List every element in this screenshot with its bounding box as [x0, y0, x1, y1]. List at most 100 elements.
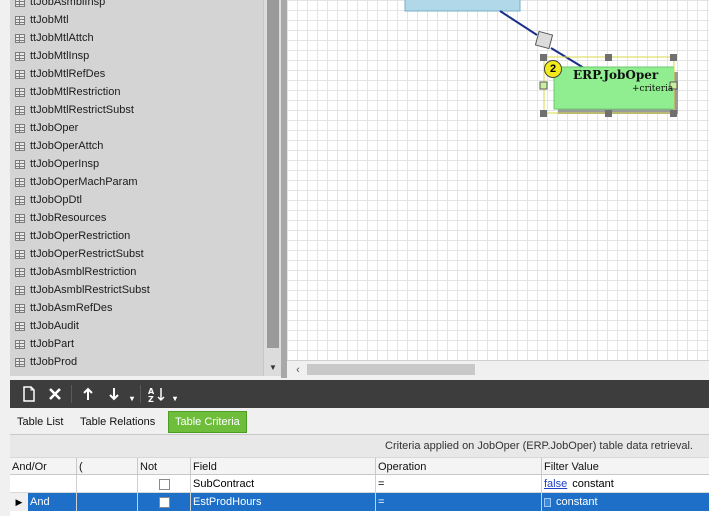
table-icon: [15, 249, 25, 259]
column-header[interactable]: (: [77, 458, 138, 476]
table-icon: [15, 285, 25, 295]
bottom-tabs: Table List Table Relations Table Criteri…: [10, 408, 709, 434]
list-item[interactable]: ttJobMtlInsp: [10, 47, 263, 65]
not-checkbox[interactable]: [158, 478, 170, 490]
table-icon: [15, 357, 25, 367]
resize-handle[interactable]: [605, 54, 612, 61]
column-header[interactable]: Field: [191, 458, 376, 476]
list-item[interactable]: [10, 371, 263, 376]
toolbar-separator: [71, 385, 72, 403]
not-checkbox[interactable]: [158, 496, 170, 508]
list-item[interactable]: ttJobMtlAttch: [10, 29, 263, 47]
filter-value-cell[interactable]: constant: [542, 493, 709, 511]
diagram-canvas[interactable]: 2 ERP.JobOper +criteria: [287, 0, 709, 360]
table-row[interactable]: SubContract = false constant: [10, 475, 709, 493]
tab-table-list[interactable]: Table List: [11, 411, 69, 433]
table-row[interactable]: ▶ And EstProdHours = constant: [10, 493, 709, 511]
toolbar-separator: [140, 385, 141, 403]
list-item[interactable]: ttJobPart: [10, 335, 263, 353]
resize-handle[interactable]: [605, 110, 612, 117]
column-header[interactable]: Operation: [376, 458, 542, 476]
table-icon: [15, 33, 25, 43]
list-item[interactable]: ttJobMtlRefDes: [10, 65, 263, 83]
list-item[interactable]: ttJobOperAttch: [10, 137, 263, 155]
criteria-grid: Criteria applied on JobOper (ERP.JobOper…: [10, 434, 709, 516]
list-item[interactable]: ttJobOpDtl: [10, 191, 263, 209]
scroll-down-icon[interactable]: ▼: [264, 358, 282, 376]
filter-value-link[interactable]: false: [544, 478, 567, 490]
list-item[interactable]: ttJobMtlRestrictSubst: [10, 101, 263, 119]
filter-type: constant: [556, 496, 598, 508]
diagram-svg: [404, 0, 678, 117]
row-indicator-icon: ▶: [10, 493, 28, 511]
list-item[interactable]: ttJobOper: [10, 119, 263, 137]
table-icon: [15, 0, 25, 7]
list-item[interactable]: ttJobOperMachParam: [10, 173, 263, 191]
field-cell[interactable]: EstProdHours: [191, 493, 376, 511]
table-icon: [15, 15, 25, 25]
grid-header: And/Or ( Not Field Operation Filter Valu…: [10, 457, 709, 476]
paren-cell[interactable]: [77, 493, 138, 511]
parent-table-node[interactable]: [404, 0, 521, 12]
list-item[interactable]: ttJobAsmRefDes: [10, 299, 263, 317]
resize-handle[interactable]: [540, 54, 547, 61]
svg-text:Z: Z: [148, 395, 154, 402]
column-header[interactable]: And/Or: [10, 458, 77, 476]
table-icon: [15, 213, 25, 223]
filter-value-link[interactable]: [544, 497, 551, 507]
table-icon: [15, 51, 25, 61]
resize-handle[interactable]: [539, 81, 548, 90]
column-header[interactable]: Not: [138, 458, 191, 476]
delete-icon[interactable]: [42, 381, 68, 407]
move-up-icon[interactable]: [75, 381, 101, 407]
filter-value-cell[interactable]: false constant: [542, 475, 709, 493]
tab-table-relations[interactable]: Table Relations: [74, 411, 161, 433]
table-icon: [15, 105, 25, 115]
list-item[interactable]: ttJobAsmblRestrictSubst: [10, 281, 263, 299]
tab-table-criteria[interactable]: Table Criteria: [168, 411, 247, 433]
resize-handle[interactable]: [670, 110, 677, 117]
table-icon: [15, 69, 25, 79]
dropdown-icon[interactable]: ▾: [170, 381, 180, 407]
table-icon: [15, 123, 25, 133]
andor-cell[interactable]: [10, 475, 77, 493]
list-item[interactable]: ttJobMtlRestriction: [10, 83, 263, 101]
list-item[interactable]: ttJobResources: [10, 209, 263, 227]
table-icon: [15, 321, 25, 331]
list-item[interactable]: ttJobMtl: [10, 11, 263, 29]
list-item[interactable]: ttJobAsmblRestriction: [10, 263, 263, 281]
scrollbar-thumb[interactable]: [267, 0, 279, 348]
resize-handle[interactable]: [670, 54, 677, 61]
sort-icon[interactable]: AZ: [144, 381, 170, 407]
scrollbar-thumb[interactable]: [307, 364, 475, 375]
move-down-icon[interactable]: [101, 381, 127, 407]
list-item[interactable]: ttJobAudit: [10, 317, 263, 335]
table-icon: [15, 303, 25, 313]
list-item[interactable]: ttJobAsmblInsp: [10, 0, 263, 11]
column-header[interactable]: Filter Value: [542, 458, 709, 476]
dropdown-icon[interactable]: ▾: [127, 381, 137, 407]
field-cell[interactable]: SubContract: [191, 475, 376, 493]
andor-cell[interactable]: And: [28, 493, 77, 511]
scroll-left-icon[interactable]: ‹: [291, 362, 305, 378]
table-icon: [15, 375, 25, 376]
relation-diamond-icon[interactable]: [534, 30, 554, 50]
new-icon[interactable]: [16, 381, 42, 407]
designer-area: ttJobAsmblInsp ttJobMtl ttJobMtlAttch ttJo…: [0, 0, 709, 378]
paren-cell[interactable]: [77, 475, 138, 493]
resize-handle[interactable]: [540, 110, 547, 117]
table-icon: [15, 177, 25, 187]
list-item[interactable]: ttJobOperInsp: [10, 155, 263, 173]
operation-cell[interactable]: =: [376, 475, 542, 493]
list-item[interactable]: ttJobOperRestrictSubst: [10, 245, 263, 263]
table-list-scrollbar[interactable]: ▼: [263, 0, 281, 376]
list-item[interactable]: ttJobProd: [10, 353, 263, 371]
not-cell[interactable]: [138, 475, 191, 493]
canvas-horizontal-scrollbar[interactable]: ‹: [287, 360, 709, 378]
node-subtitle: +criteria: [632, 84, 674, 94]
grid-caption: Criteria applied on JobOper (ERP.JobOper…: [10, 435, 709, 457]
list-item[interactable]: ttJobOperRestriction: [10, 227, 263, 245]
operation-cell[interactable]: =: [376, 493, 542, 511]
not-cell[interactable]: [138, 493, 191, 511]
node-number-badge: 2: [544, 60, 562, 78]
